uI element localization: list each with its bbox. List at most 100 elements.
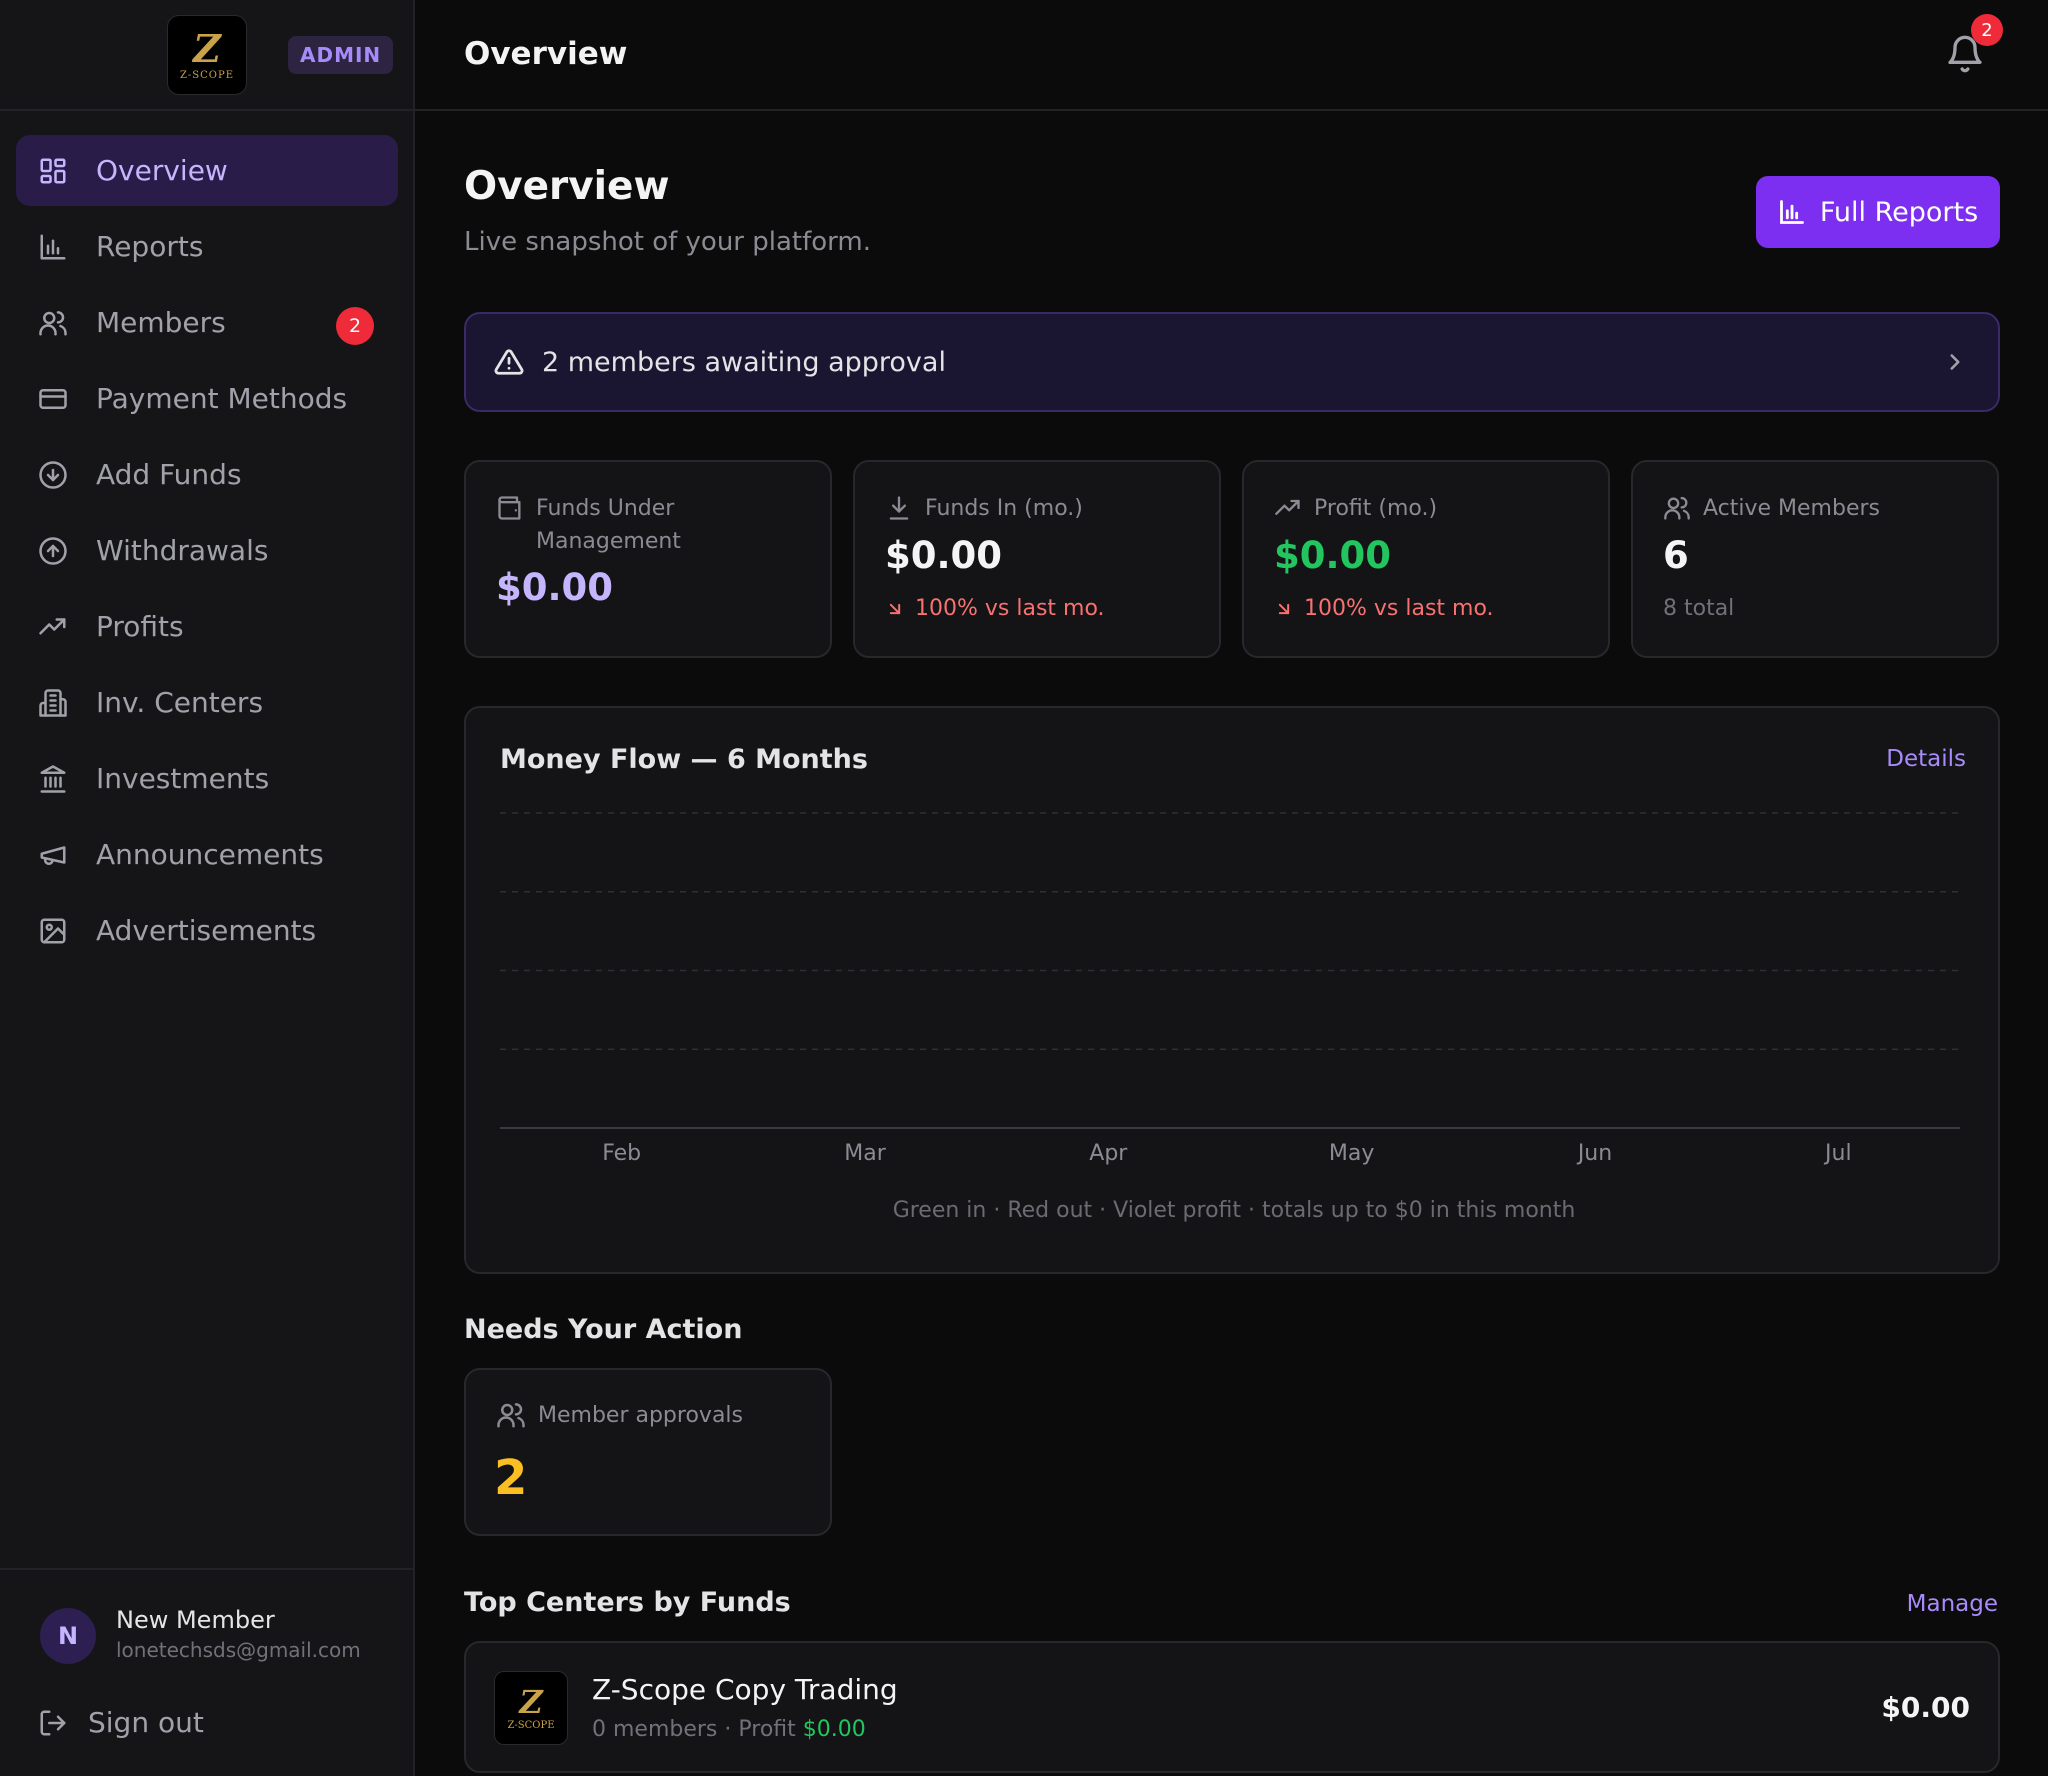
chart-title: Money Flow — 6 Months bbox=[500, 744, 868, 775]
page-title: Overview bbox=[464, 164, 670, 209]
center-profit: $0.00 bbox=[802, 1717, 866, 1742]
trending-up-icon bbox=[38, 612, 68, 642]
building-icon bbox=[38, 688, 68, 718]
sidebar-nav: Overview Reports Members 2 Payment Metho… bbox=[16, 135, 398, 971]
needs-action-title: Needs Your Action bbox=[464, 1314, 743, 1345]
image-icon bbox=[38, 916, 68, 946]
arrow-up-circle-icon bbox=[38, 536, 68, 566]
user-panel: N New Member lonetechsds@gmail.com Sign … bbox=[0, 1568, 413, 1776]
stat-value: $0.00 bbox=[1274, 534, 1392, 577]
stat-label: Active Members bbox=[1703, 496, 1880, 521]
warning-icon bbox=[494, 349, 524, 375]
sidebar-item-reports[interactable]: Reports bbox=[16, 211, 398, 282]
stat-card-funds-under-management[interactable]: Funds Under Management $0.00 bbox=[464, 460, 832, 658]
center-meta-text: 0 members · Profit bbox=[592, 1717, 803, 1742]
megaphone-icon bbox=[38, 840, 68, 870]
page-subtitle: Live snapshot of your platform. bbox=[464, 227, 871, 257]
user-email: lonetechsds@gmail.com bbox=[116, 1638, 361, 1662]
stat-card-active-members[interactable]: Active Members 6 8 total bbox=[1631, 460, 1999, 658]
sidebar-item-label: Inv. Centers bbox=[96, 686, 264, 719]
x-tick-label: Mar bbox=[844, 1141, 886, 1166]
brand-header: Z Z-SCOPE ADMIN bbox=[0, 0, 413, 111]
manage-centers-link[interactable]: Manage bbox=[1907, 1591, 1998, 1617]
arrow-down-right-icon bbox=[1278, 603, 1290, 614]
admin-badge: ADMIN bbox=[288, 36, 394, 74]
sidebar-item-label: Investments bbox=[96, 762, 270, 795]
sidebar: Z Z-SCOPE ADMIN Overview Reports Members… bbox=[0, 0, 415, 1776]
bank-icon bbox=[38, 764, 68, 794]
list-item[interactable]: Z Z-SCOPE Z-Scope Copy Trading 0 members… bbox=[464, 1641, 2000, 1773]
stat-trend: 100% vs last mo. bbox=[885, 596, 1105, 621]
sidebar-item-advertisements[interactable]: Advertisements bbox=[16, 895, 398, 966]
trending-up-icon bbox=[1275, 499, 1300, 515]
stat-value: $0.00 bbox=[885, 534, 1003, 577]
approval-alert-banner[interactable]: 2 members awaiting approval bbox=[464, 312, 2000, 412]
log-out-icon bbox=[40, 1710, 66, 1735]
money-flow-chart-card: Feb Mar Apr May Jun Jul Money Flow — 6 Months… bbox=[464, 706, 2000, 1274]
stat-value: $0.00 bbox=[496, 566, 614, 609]
stat-subtext: 8 total bbox=[1663, 596, 1735, 621]
chart-details-link[interactable]: Details bbox=[1886, 746, 1966, 772]
full-reports-label: Full Reports bbox=[1819, 196, 1979, 228]
user-name: New Member bbox=[116, 1606, 275, 1634]
arrow-down-right-icon bbox=[889, 603, 901, 614]
sidebar-item-investments[interactable]: Investments bbox=[16, 743, 398, 814]
sidebar-item-label: Payment Methods bbox=[96, 382, 348, 415]
full-reports-button[interactable]: Full Reports bbox=[1756, 176, 2000, 248]
sidebar-item-label: Members bbox=[96, 306, 226, 339]
stat-card-funds-in[interactable]: Funds In (mo.) $0.00 100% vs last mo. bbox=[853, 460, 1221, 658]
stat-label: Funds In (mo.) bbox=[925, 496, 1083, 521]
logo-text: Z-SCOPE bbox=[507, 1720, 555, 1731]
stat-card-profit[interactable]: Profit (mo.) $0.00 100% vs last mo. bbox=[1242, 460, 1610, 658]
notification-count-badge: 2 bbox=[1971, 14, 2003, 46]
sidebar-item-payment-methods[interactable]: Payment Methods bbox=[16, 363, 398, 434]
bar-chart-icon bbox=[38, 232, 68, 262]
center-logo: Z Z-SCOPE bbox=[494, 1671, 568, 1745]
x-tick-label: Apr bbox=[1089, 1141, 1128, 1166]
members-count-badge: 2 bbox=[336, 307, 374, 345]
x-tick-label: Feb bbox=[602, 1141, 641, 1166]
avatar[interactable]: N bbox=[40, 1608, 96, 1664]
logo-mark: Z bbox=[193, 25, 221, 71]
logo-text: Z-SCOPE bbox=[179, 69, 235, 81]
center-meta: 0 members · Profit $0.00 bbox=[592, 1717, 866, 1742]
action-label: Member approvals bbox=[538, 1402, 743, 1428]
credit-card-icon bbox=[38, 384, 68, 414]
stat-trend-text: 100% vs last mo. bbox=[915, 596, 1105, 621]
sidebar-item-overview[interactable]: Overview bbox=[16, 135, 398, 206]
sidebar-item-inv-centers[interactable]: Inv. Centers bbox=[16, 667, 398, 738]
stat-trend: 100% vs last mo. bbox=[1274, 596, 1494, 621]
sidebar-item-add-funds[interactable]: Add Funds bbox=[16, 439, 398, 510]
sidebar-item-label: Overview bbox=[96, 154, 228, 187]
chevron-right-icon bbox=[1950, 354, 1960, 370]
member-approvals-count: 2 bbox=[494, 1450, 528, 1506]
sidebar-item-label: Add Funds bbox=[96, 458, 242, 491]
stat-value: 6 bbox=[1663, 534, 1689, 577]
sidebar-item-members[interactable]: Members 2 bbox=[16, 287, 398, 358]
sign-out-button[interactable]: Sign out bbox=[38, 1706, 204, 1739]
x-tick-label: May bbox=[1329, 1141, 1374, 1166]
chart-footnote: Green in · Red out · Violet profit · tot… bbox=[892, 1198, 1576, 1223]
download-icon bbox=[889, 496, 909, 520]
users-icon bbox=[1664, 496, 1690, 520]
member-approvals-card[interactable]: Member approvals 2 bbox=[464, 1368, 832, 1536]
alert-text: 2 members awaiting approval bbox=[542, 346, 946, 378]
brand-logo[interactable]: Z Z-SCOPE bbox=[167, 15, 247, 95]
stat-label-row: Profit (mo.) bbox=[1274, 492, 1574, 525]
top-centers-title: Top Centers by Funds bbox=[464, 1587, 791, 1618]
x-tick-label: Jul bbox=[1823, 1141, 1852, 1166]
wallet-icon bbox=[498, 496, 521, 520]
stats-row: Funds Under Management $0.00 Funds In (m… bbox=[464, 460, 2000, 658]
sidebar-item-label: Reports bbox=[96, 230, 204, 263]
stat-label-row: Active Members bbox=[1663, 492, 1963, 525]
app-root: Z Z-SCOPE ADMIN Overview Reports Members… bbox=[0, 0, 2048, 1776]
center-name: Z-Scope Copy Trading bbox=[592, 1673, 898, 1706]
sidebar-item-withdrawals[interactable]: Withdrawals bbox=[16, 515, 398, 586]
sidebar-item-label: Profits bbox=[96, 610, 184, 643]
sidebar-item-announcements[interactable]: Announcements bbox=[16, 819, 398, 890]
topbar-title: Overview bbox=[464, 36, 628, 72]
sidebar-item-profits[interactable]: Profits bbox=[16, 591, 398, 662]
sidebar-item-label: Withdrawals bbox=[96, 534, 269, 567]
stat-label-row: Funds Under Management bbox=[496, 492, 796, 558]
sidebar-item-label: Advertisements bbox=[96, 914, 317, 947]
